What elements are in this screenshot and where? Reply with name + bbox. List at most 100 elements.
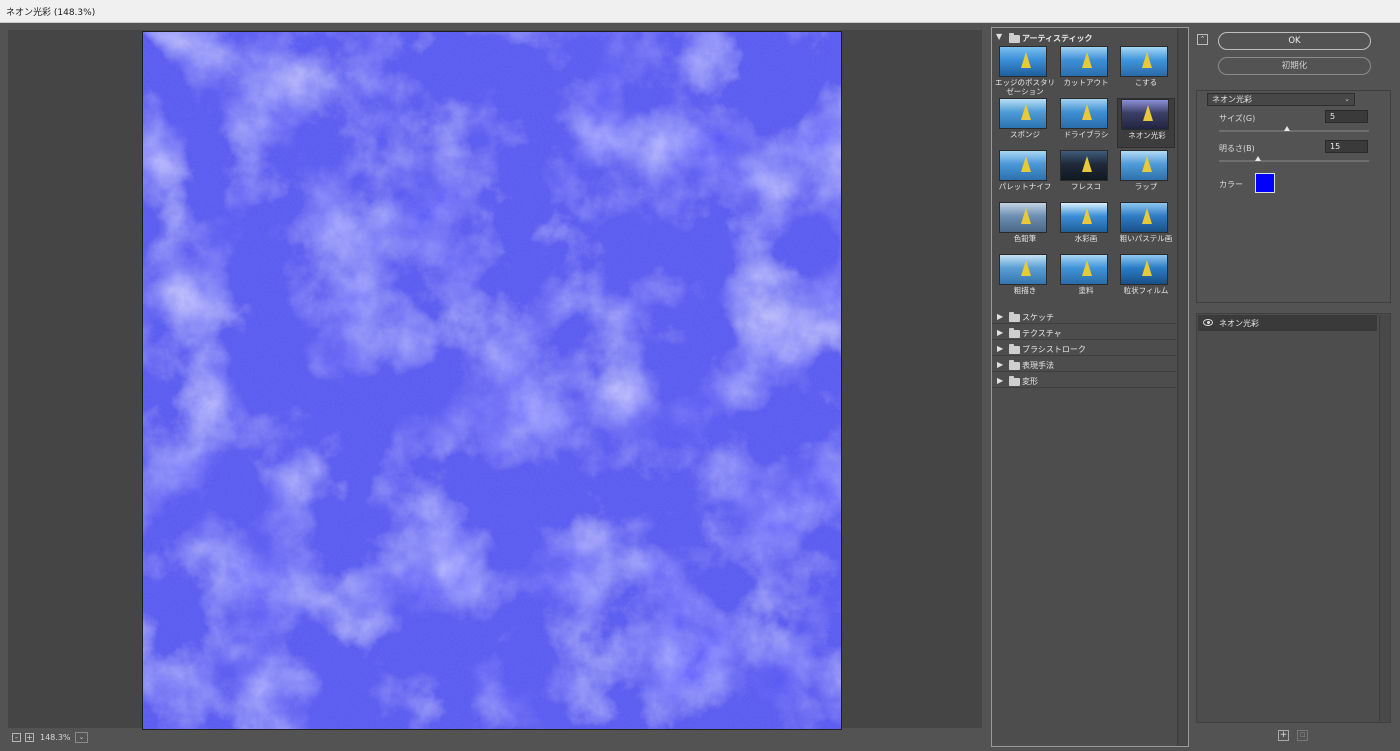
triangle-down-icon: ▼ xyxy=(996,32,1003,41)
filter-thumbnail[interactable]: エッジのポスタリゼーション xyxy=(995,46,1055,96)
thumbnail-label: パレットナイフ xyxy=(998,182,1052,191)
category-label: 表現手法 xyxy=(1022,361,1054,370)
sailboat-icon xyxy=(1021,52,1031,68)
brightness-label: 明るさ(B) xyxy=(1219,144,1255,153)
sailboat-icon xyxy=(1142,156,1152,172)
filter-thumbnail[interactable]: 粒状フィルム xyxy=(1117,254,1175,304)
triangle-right-icon: ▶ xyxy=(997,312,1004,321)
thumbnail-label: 粗いパステル画 xyxy=(1119,234,1173,243)
thumbnail-label: フレスコ xyxy=(1071,182,1101,191)
thumbnail-image xyxy=(1120,46,1168,77)
filter-thumbnail[interactable]: 色鉛筆 xyxy=(996,202,1054,252)
triangle-right-icon: ▶ xyxy=(997,344,1004,353)
new-effect-layer-icon[interactable]: + xyxy=(1278,730,1289,741)
layers-scrollbar[interactable] xyxy=(1379,315,1390,721)
zoom-in-button[interactable]: + xyxy=(25,733,34,742)
sailboat-icon xyxy=(1021,104,1031,120)
gallery-scrollbar[interactable] xyxy=(1177,28,1188,746)
filter-thumbnail[interactable]: 粗描き xyxy=(996,254,1054,304)
filter-thumbnail[interactable]: フレスコ xyxy=(1057,150,1115,200)
size-slider-handle[interactable] xyxy=(1283,126,1290,131)
thumbnail-image xyxy=(999,202,1047,233)
thumbnail-label: ドライブラシ xyxy=(1063,130,1109,139)
category-row[interactable]: ▶ 表現手法 xyxy=(992,357,1176,372)
reset-button[interactable]: 初期化 xyxy=(1218,57,1371,75)
category-label: テクスチャ xyxy=(1022,329,1062,338)
filter-thumbnail[interactable]: ラップ xyxy=(1117,150,1175,200)
filter-select[interactable]: ネオン光彩 ⌄ xyxy=(1207,93,1355,106)
category-artistic-header[interactable]: ▼ アーティスティック xyxy=(992,30,1188,44)
effect-layer-row[interactable]: ネオン光彩 xyxy=(1198,315,1377,331)
thumbnail-image xyxy=(1120,150,1168,181)
category-label: スケッチ xyxy=(1022,313,1054,322)
filter-thumbnail[interactable]: スポンジ xyxy=(996,98,1054,148)
thumbnail-image xyxy=(1060,150,1108,181)
folder-icon xyxy=(1009,312,1020,322)
sailboat-icon xyxy=(1142,260,1152,276)
brightness-input[interactable]: 15 xyxy=(1325,140,1368,153)
folder-icon xyxy=(1009,344,1020,354)
filter-thumbnail[interactable]: パレットナイフ xyxy=(996,150,1054,200)
size-slider[interactable] xyxy=(1219,130,1369,132)
thumbnail-image xyxy=(1060,254,1108,285)
filter-thumbnail[interactable]: 塗料 xyxy=(1057,254,1115,304)
ok-button[interactable]: OK xyxy=(1218,32,1371,50)
zoom-out-button[interactable]: - xyxy=(12,733,21,742)
sailboat-icon xyxy=(1143,105,1153,121)
sailboat-icon xyxy=(1021,260,1031,276)
filter-thumbnail[interactable]: ドライブラシ xyxy=(1057,98,1115,148)
filter-select-value: ネオン光彩 xyxy=(1212,95,1252,104)
filter-thumbnail[interactable]: 粗いパステル画 xyxy=(1117,202,1175,252)
filter-thumbnail[interactable]: 水彩画 xyxy=(1057,202,1115,252)
thumbnail-label: 粒状フィルム xyxy=(1123,286,1169,295)
thumbnail-image xyxy=(1060,202,1108,233)
brightness-slider-handle[interactable] xyxy=(1255,156,1261,161)
window-title: ネオン光彩 (148.3%) xyxy=(6,8,96,18)
filter-settings-box: ネオン光彩 ⌄ サイズ(G) 5 明るさ(B) 15 カラー xyxy=(1196,90,1391,303)
brightness-slider[interactable] xyxy=(1219,160,1369,162)
sailboat-icon xyxy=(1142,208,1152,224)
collapse-gallery-icon[interactable]: ⌃ xyxy=(1197,34,1208,45)
sailboat-icon xyxy=(1082,156,1092,172)
category-label: 変形 xyxy=(1022,377,1038,386)
thumbnail-label: エッジのポスタリゼーション xyxy=(995,78,1055,96)
thumbnail-label: こする xyxy=(1134,78,1158,87)
title-bar: ネオン光彩 (148.3%) xyxy=(0,0,1400,23)
size-label: サイズ(G) xyxy=(1219,114,1256,123)
folder-icon xyxy=(1009,328,1020,338)
category-label: ブラシストローク xyxy=(1022,345,1086,354)
thumbnail-label: ラップ xyxy=(1134,182,1158,191)
thumbnail-label: ネオン光彩 xyxy=(1128,131,1166,140)
settings-panel: ⌃ OK 初期化 ネオン光彩 ⌄ サイズ(G) 5 明るさ(B) 15 カラー … xyxy=(1196,27,1391,747)
sailboat-icon xyxy=(1082,52,1092,68)
category-row[interactable]: ▶ スケッチ xyxy=(992,309,1176,324)
trash-icon[interactable]: ▫ xyxy=(1297,730,1308,741)
thumbnail-image xyxy=(999,150,1047,181)
zoom-level: 148.3% xyxy=(40,733,71,742)
filter-thumbnail[interactable]: カットアウト xyxy=(1057,46,1115,96)
triangle-right-icon: ▶ xyxy=(997,360,1004,369)
zoom-bar: - + 148.3% ⌄ xyxy=(8,730,308,748)
size-input[interactable]: 5 xyxy=(1325,110,1368,123)
thumbnail-image xyxy=(1060,46,1108,77)
folder-icon xyxy=(1009,360,1020,370)
eye-icon[interactable] xyxy=(1203,319,1213,326)
triangle-right-icon: ▶ xyxy=(997,376,1004,385)
filter-thumbnail[interactable]: ネオン光彩 xyxy=(1117,98,1175,148)
filter-gallery-dialog: - + 148.3% ⌄ ▼ アーティスティック エッジのポスタリゼーション カッ… xyxy=(0,24,1400,751)
zoom-dropdown-chevron-icon[interactable]: ⌄ xyxy=(75,732,88,743)
sailboat-icon xyxy=(1082,208,1092,224)
filter-gallery-panel: ▼ アーティスティック エッジのポスタリゼーション カットアウト こするスポンジ ドラ… xyxy=(991,27,1189,747)
thumbnail-image xyxy=(1120,254,1168,285)
thumbnail-label: 粗描き xyxy=(1013,286,1037,295)
thumbnail-image xyxy=(999,46,1047,77)
triangle-right-icon: ▶ xyxy=(997,328,1004,337)
color-swatch[interactable] xyxy=(1255,173,1275,193)
category-row[interactable]: ▶ 変形 xyxy=(992,373,1176,388)
category-row[interactable]: ▶ テクスチャ xyxy=(992,325,1176,340)
filter-thumbnail[interactable]: こする xyxy=(1117,46,1175,96)
category-row[interactable]: ▶ ブラシストローク xyxy=(992,341,1176,356)
effect-layers-panel: ネオン光彩 xyxy=(1196,313,1391,723)
preview-canvas[interactable] xyxy=(142,31,842,730)
sailboat-icon xyxy=(1082,260,1092,276)
